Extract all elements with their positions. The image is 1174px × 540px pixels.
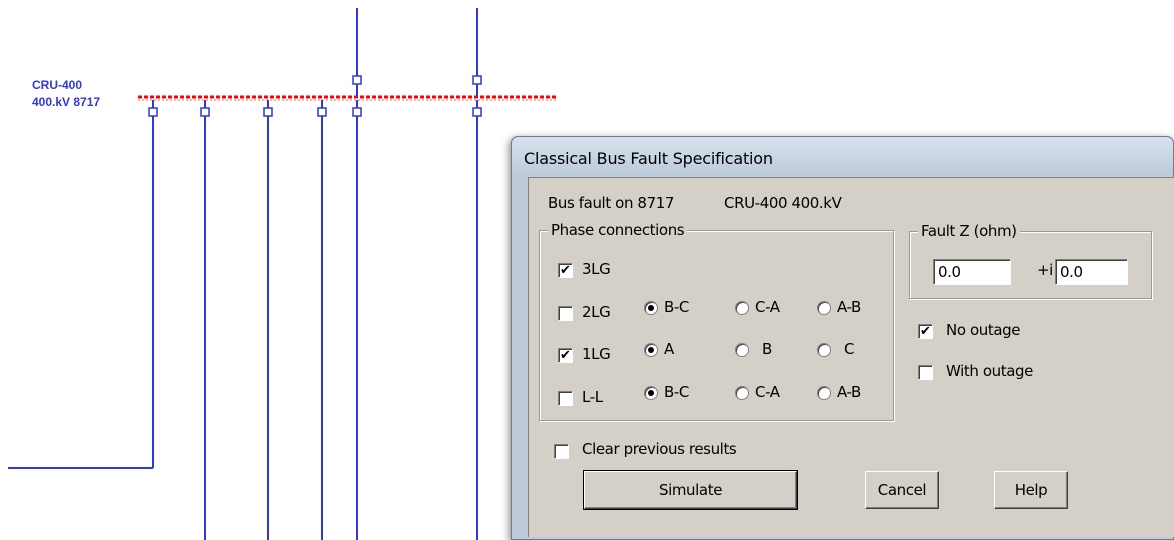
bus-drops: [8, 100, 482, 540]
1lg-radio-c[interactable]: [817, 343, 831, 357]
ll-option-ab: A-B: [837, 383, 861, 401]
ll-option-ca: C-A: [755, 383, 780, 401]
fault-z-title: Fault Z (ohm): [918, 222, 1020, 240]
1lg-checkbox[interactable]: ✔: [558, 348, 573, 363]
help-button[interactable]: Help: [994, 471, 1068, 509]
phase-connections-group: Phase connections ✔ 3LG 2LG B-C C-A A-B …: [539, 221, 894, 421]
1lg-radio-b[interactable]: [735, 343, 749, 357]
imaginary-unit-label: +i: [1037, 261, 1053, 279]
bus-name-label: CRU-400: [32, 78, 83, 92]
no-outage-checkbox[interactable]: ✔: [918, 324, 933, 339]
3lg-checkbox[interactable]: ✔: [558, 263, 573, 278]
2lg-checkbox[interactable]: [558, 306, 573, 321]
bus-voltage-label: 400.kV 8717: [32, 95, 101, 109]
ll-radio-ab[interactable]: [817, 386, 831, 400]
bus-fault-info: Bus fault on 8717: [548, 194, 675, 212]
bus-node[interactable]: [472, 75, 482, 85]
clear-previous-label: Clear previous results: [582, 440, 737, 458]
fault-z-imag-input[interactable]: 0.0: [1055, 259, 1128, 285]
ll-checkbox[interactable]: [558, 391, 573, 406]
1lg-radio-a[interactable]: [644, 343, 658, 357]
bus-node[interactable]: [317, 107, 327, 117]
no-outage-label: No outage: [946, 321, 1021, 339]
dialog-title: Classical Bus Fault Specification: [524, 149, 773, 168]
dialog-titlebar[interactable]: Classical Bus Fault Specification: [512, 137, 1173, 175]
bus-name-kv-info: CRU-400 400.kV: [724, 194, 842, 212]
2lg-option-ab: A-B: [837, 298, 861, 316]
bus-node[interactable]: [352, 75, 362, 85]
fault-z-real-input[interactable]: 0.0: [933, 259, 1011, 285]
clear-previous-checkbox[interactable]: [554, 444, 569, 459]
2lg-radio-ab[interactable]: [817, 301, 831, 315]
3lg-label: 3LG: [582, 260, 611, 278]
2lg-option-ca: C-A: [755, 298, 780, 316]
2lg-label: 2LG: [582, 303, 611, 321]
bus-fault-dialog: Classical Bus Fault Specification Bus fa…: [511, 136, 1174, 540]
1lg-option-b: B: [762, 340, 772, 358]
simulate-button[interactable]: Simulate: [583, 470, 798, 510]
fault-z-group: Fault Z (ohm) 0.0 +i 0.0: [909, 222, 1152, 299]
ll-label: L-L: [582, 388, 603, 406]
2lg-radio-ca[interactable]: [735, 301, 749, 315]
1lg-option-a: A: [664, 340, 674, 358]
phase-connections-title: Phase connections: [548, 221, 688, 239]
with-outage-label: With outage: [946, 362, 1033, 380]
2lg-radio-bc[interactable]: [644, 301, 658, 315]
ll-option-bc: B-C: [664, 383, 689, 401]
1lg-label: 1LG: [582, 345, 611, 363]
ll-radio-bc[interactable]: [644, 386, 658, 400]
cancel-button[interactable]: Cancel: [865, 471, 939, 509]
1lg-option-c: C: [844, 340, 855, 358]
bus-node[interactable]: [472, 107, 482, 117]
ll-radio-ca[interactable]: [735, 386, 749, 400]
bus-node[interactable]: [200, 107, 210, 117]
bus-node[interactable]: [148, 107, 158, 117]
bus-node[interactable]: [352, 107, 362, 117]
2lg-option-bc: B-C: [664, 298, 689, 316]
with-outage-checkbox[interactable]: [918, 365, 933, 380]
dialog-client-area: Bus fault on 8717 CRU-400 400.kV Phase c…: [528, 177, 1174, 537]
bus-node[interactable]: [263, 107, 273, 117]
